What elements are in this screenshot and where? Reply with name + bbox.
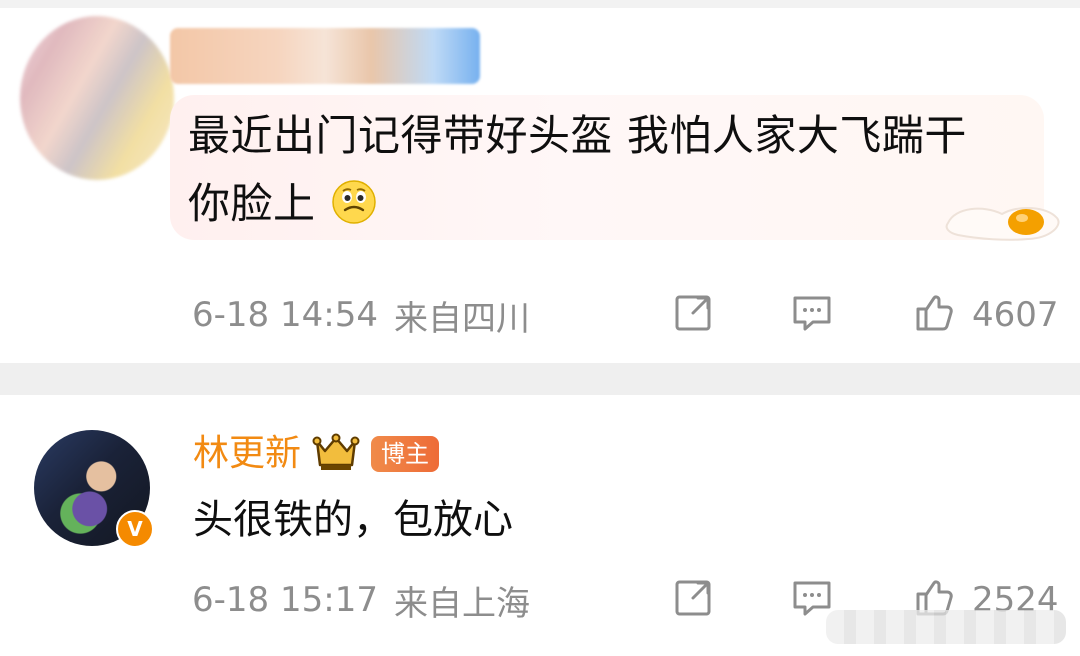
redacted-avatar bbox=[20, 16, 174, 180]
user-avatar-wrap[interactable]: V bbox=[34, 430, 154, 548]
watermark bbox=[826, 610, 1066, 644]
comment-2-meta: 6-18 15:17 来自上海 bbox=[192, 575, 530, 625]
share-button[interactable] bbox=[670, 574, 718, 626]
comment-2-time: 6-18 15:17 bbox=[192, 580, 378, 620]
like-button[interactable]: 4607 bbox=[910, 289, 1059, 341]
comment-1-meta: 6-18 14:54 来自四川 bbox=[192, 290, 530, 340]
comment-1-actions: 4607 bbox=[670, 290, 1059, 340]
egg-decoration-icon bbox=[940, 195, 1065, 245]
host-badge: 博主 bbox=[371, 436, 440, 472]
sad-emoji-icon bbox=[331, 177, 377, 224]
comment-button[interactable] bbox=[788, 289, 836, 341]
crown-icon bbox=[311, 431, 361, 477]
share-button[interactable] bbox=[670, 289, 718, 341]
username[interactable]: 林更新 bbox=[193, 428, 301, 480]
comment-1-line-1: 最近出门记得带好头盔 我怕人家大飞踹干 bbox=[188, 111, 967, 160]
comment-1-location: 来自四川 bbox=[393, 298, 530, 339]
verified-badge: V bbox=[116, 510, 154, 548]
comment-1-text: 最近出门记得带好头盔 我怕人家大飞踹干 你脸上 bbox=[188, 102, 1008, 238]
comment-2-location: 来自上海 bbox=[393, 583, 530, 624]
like-icon bbox=[910, 289, 958, 341]
comment-1-line-2: 你脸上 bbox=[188, 179, 316, 228]
share-icon bbox=[670, 289, 718, 341]
comment-1-time: 6-18 14:54 bbox=[192, 295, 378, 335]
comment-2-text: 头很铁的，包放心 bbox=[193, 497, 513, 543]
section-separator bbox=[0, 363, 1080, 395]
top-divider bbox=[0, 0, 1080, 8]
share-icon bbox=[670, 574, 718, 626]
comment-2-header: 林更新 博主 bbox=[193, 428, 440, 480]
redacted-username bbox=[170, 28, 480, 84]
like-count: 4607 bbox=[972, 295, 1059, 335]
comment-icon bbox=[788, 289, 836, 341]
